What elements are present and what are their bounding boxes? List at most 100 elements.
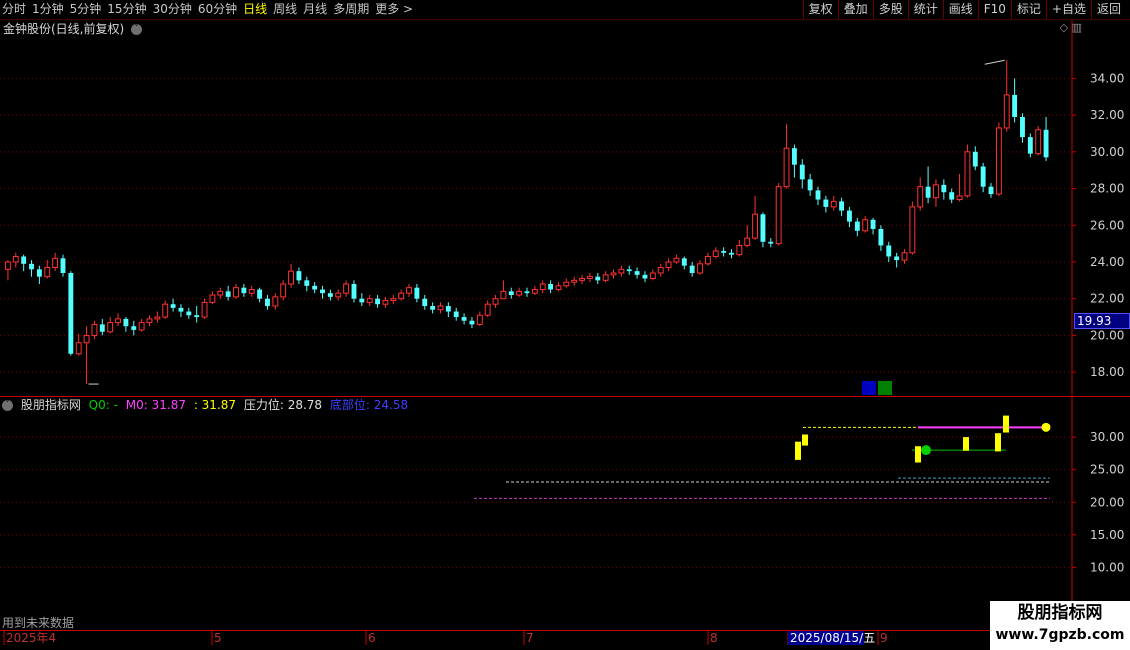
candle-body <box>901 252 908 261</box>
candle-body <box>414 287 420 299</box>
candle-body <box>4 261 11 270</box>
candle-body <box>201 301 208 318</box>
signal-bar <box>1003 415 1009 433</box>
candle-body <box>736 244 743 256</box>
candle-body <box>138 322 145 331</box>
candle-body <box>500 290 507 300</box>
date-label: 9 <box>880 631 888 645</box>
date-label: 7 <box>526 631 534 645</box>
candle-body <box>476 314 483 325</box>
candle-body <box>815 190 821 200</box>
candle-body <box>398 292 405 300</box>
candle-body <box>657 266 664 274</box>
watermark-url: www.7gpzb.com <box>995 627 1125 643</box>
candle-body <box>579 278 585 281</box>
high-pointer <box>984 59 1005 65</box>
candle-body <box>248 289 255 294</box>
candle-body <box>194 315 200 318</box>
candle-body <box>115 318 121 324</box>
date-label: 2025年4 <box>6 631 56 645</box>
candle-body <box>799 164 805 180</box>
indicator-m0: M0: 31.87 <box>125 398 186 412</box>
candle-body <box>539 283 546 291</box>
candle-body <box>1027 137 1033 154</box>
candle-body <box>972 151 978 167</box>
candle-body <box>225 291 231 297</box>
candle-body <box>359 298 365 303</box>
candle-body <box>956 195 963 201</box>
candle-body <box>847 210 852 222</box>
candle-body <box>390 298 397 302</box>
candle-body <box>729 252 734 255</box>
candle-body <box>548 284 554 290</box>
candle-body <box>21 256 27 264</box>
candle-body <box>60 258 66 273</box>
y-tick-label: 28.00 <box>1090 182 1124 196</box>
candle-body <box>634 271 640 275</box>
candle-body <box>107 322 114 333</box>
date-label: 6 <box>368 631 376 645</box>
candle-body <box>1020 116 1025 138</box>
candle-body <box>209 294 216 303</box>
indicator-pressure: 压力位: 28.78 <box>243 398 323 412</box>
candle-body <box>296 271 302 281</box>
y-tick-label: 15.00 <box>1090 528 1124 542</box>
chevron-down-icon[interactable]: ˅ <box>2 400 13 411</box>
finance-marker-bg <box>862 381 876 395</box>
candle-body <box>186 311 192 316</box>
candle-body <box>154 316 161 320</box>
signal-bar <box>995 433 1001 452</box>
candle-body <box>320 289 325 294</box>
candle-body <box>484 303 491 316</box>
y-tick-label: 34.00 <box>1090 71 1124 85</box>
candle-body <box>949 192 955 200</box>
candle-body <box>586 276 593 280</box>
candle-body <box>563 281 570 287</box>
indicator-q0: Q0: - <box>88 398 118 412</box>
candle-body <box>626 269 632 272</box>
candle-body <box>68 272 74 354</box>
candle-body <box>382 300 389 305</box>
y-tick-label: 20.00 <box>1090 328 1124 342</box>
candle-body <box>783 147 790 188</box>
candle-body <box>610 272 617 276</box>
kline-chart[interactable]: 18.00 20.00 22.00 24.00 26.00 28.00 30.00 32.00… <box>0 0 1130 650</box>
candle-body <box>304 280 310 286</box>
signal-bar <box>915 446 921 463</box>
candle-body <box>649 272 656 280</box>
candle-body <box>1043 129 1049 158</box>
candle-body <box>445 306 451 312</box>
candle-body <box>830 200 837 208</box>
candle-body <box>721 250 727 253</box>
candle-body <box>75 342 82 355</box>
candle-body <box>886 245 892 257</box>
candle-body <box>642 274 648 279</box>
y-tick-label: 30.00 <box>1090 145 1124 159</box>
candle-body <box>744 237 751 246</box>
candle-body <box>52 257 59 268</box>
candle-body <box>233 287 239 298</box>
candle-body <box>469 320 475 325</box>
candle-body <box>91 323 98 336</box>
y-tick-label: 32.00 <box>1090 108 1124 122</box>
y-tick-label: 30.00 <box>1090 430 1124 444</box>
date-label: 2025/08/15/五 <box>790 631 875 645</box>
y-tick-label: 25.00 <box>1090 463 1124 477</box>
y-tick-label: 18.00 <box>1090 365 1124 379</box>
candle-body <box>571 279 578 283</box>
candle-body <box>83 334 90 344</box>
candle-body <box>162 303 169 318</box>
date-label: 8 <box>710 631 718 645</box>
candle-body <box>335 292 342 298</box>
candle-body <box>366 298 373 303</box>
candle-body <box>312 285 318 290</box>
y-tick-label: 10.00 <box>1090 560 1124 574</box>
candle-body <box>36 269 42 277</box>
indicator-header: ˅ 股朋指标网 Q0: - M0: 31.87 : 31.87 压力位: 28.… <box>2 397 412 414</box>
candle-body <box>862 219 869 232</box>
candle-body <box>288 270 294 285</box>
candle-body <box>555 285 562 291</box>
indicator-bottom: 底部位: 24.58 <box>329 398 409 412</box>
indicator-value: : 31.87 <box>193 398 237 412</box>
candle-body <box>280 283 287 298</box>
